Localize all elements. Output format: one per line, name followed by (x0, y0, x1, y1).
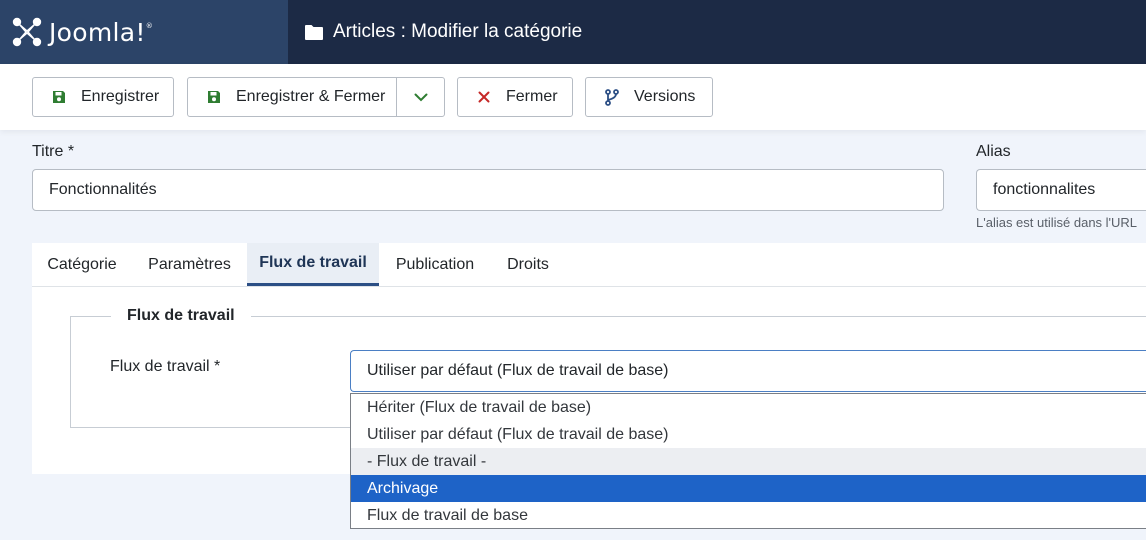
save-icon (51, 89, 67, 105)
dropdown-option[interactable]: Utiliser par défaut (Flux de travail de … (351, 421, 1146, 448)
versions-button[interactable]: Versions (585, 77, 713, 117)
workflow-fieldset-legend: Flux de travail (111, 307, 251, 325)
save-button-label: Enregistrer (81, 88, 160, 105)
tab-droits[interactable]: Droits (491, 243, 565, 286)
app-header: Joomla!® Articles : Modifier la catégori… (0, 0, 1146, 64)
alias-input[interactable]: fonctionnalites (976, 169, 1146, 211)
tab-publication[interactable]: Publication (379, 243, 491, 286)
tab-flux-de-travail[interactable]: Flux de travail (247, 243, 379, 286)
save-button[interactable]: Enregistrer (32, 77, 174, 117)
save-icon (206, 89, 222, 105)
branch-icon (604, 88, 620, 106)
close-button-label: Fermer (506, 88, 558, 105)
title-label: Titre * (32, 143, 75, 160)
dropdown-optgroup-label: - Flux de travail - (351, 448, 1146, 475)
dropdown-option-highlighted[interactable]: Archivage (351, 475, 1146, 502)
close-icon (476, 89, 492, 105)
tab-parametres[interactable]: Paramètres (132, 243, 247, 286)
save-close-button-label: Enregistrer & Fermer (236, 88, 386, 105)
workflow-dropdown-list: Hériter (Flux de travail de base) Utilis… (350, 393, 1146, 529)
alias-label: Alias (976, 143, 1011, 160)
logo[interactable]: Joomla!® (0, 0, 288, 64)
tab-bar: Catégorie Paramètres Flux de travail Pub… (32, 243, 1146, 287)
toolbar: Enregistrer Enregistrer & Fermer Fermer … (0, 64, 1146, 130)
tab-categorie[interactable]: Catégorie (32, 243, 132, 286)
save-close-button[interactable]: Enregistrer & Fermer (187, 77, 445, 117)
workflow-field-label: Flux de travail * (110, 358, 221, 375)
save-options-dropdown-toggle[interactable] (396, 78, 445, 116)
close-button[interactable]: Fermer (457, 77, 573, 117)
dropdown-option[interactable]: Flux de travail de base (351, 502, 1146, 529)
title-input[interactable]: Fonctionnalités (32, 169, 944, 211)
page-title: Articles : Modifier la catégorie (333, 21, 583, 42)
versions-button-label: Versions (634, 88, 696, 105)
logo-text: Joomla!® (49, 17, 154, 47)
folder-icon (305, 24, 323, 40)
workflow-select[interactable]: Utiliser par défaut (Flux de travail de … (350, 350, 1146, 392)
joomla-logo-icon (12, 17, 42, 47)
dropdown-option[interactable]: Hériter (Flux de travail de base) (351, 394, 1146, 421)
page-title-area: Articles : Modifier la catégorie (304, 0, 582, 64)
alias-hint: L'alias est utilisé dans l'URL (976, 215, 1138, 230)
chevron-down-icon (414, 93, 428, 101)
